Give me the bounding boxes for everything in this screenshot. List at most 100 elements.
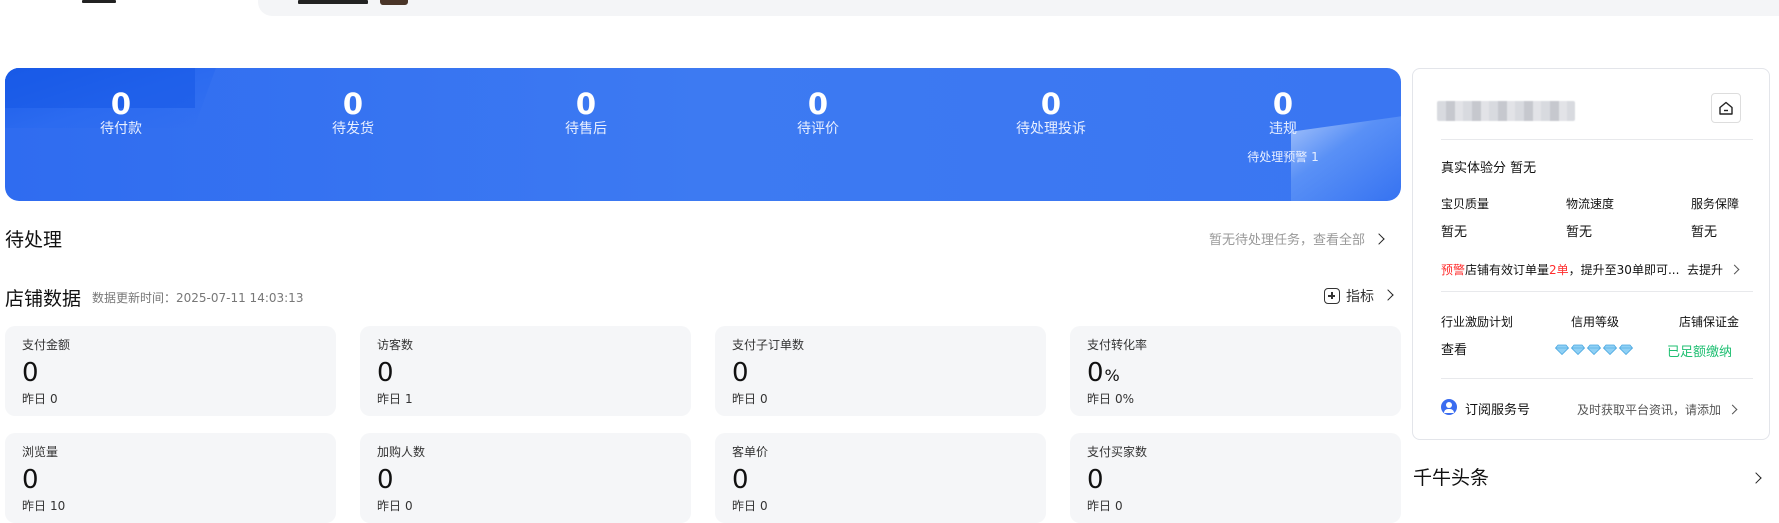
metric-value: 0 <box>377 465 394 495</box>
yesterday-label: 昨日 <box>1087 499 1112 513</box>
stat-pending-shipment[interactable]: 0 待发货 <box>263 86 443 138</box>
subscribe-service-label[interactable]: 订阅服务号 <box>1465 399 1530 418</box>
score-label: 服务保障 <box>1691 197 1740 211</box>
metric-yesterday: 昨日 0 <box>22 390 58 407</box>
stat-pending-payment[interactable]: 0 待付款 <box>31 86 211 138</box>
chevron-right-icon <box>1750 472 1762 484</box>
divider <box>1441 291 1753 292</box>
yesterday-label: 昨日 <box>22 499 47 513</box>
improve-link[interactable]: 去提升 <box>1687 261 1740 278</box>
subscribe-hint: 及时获取平台资讯，请添加 <box>1577 403 1722 417</box>
metric-card-sub-orders[interactable]: 支付子订单数 0 昨日 0 <box>715 326 1046 416</box>
metric-label: 客单价 <box>732 445 769 459</box>
chevron-right-icon <box>1729 264 1740 274</box>
shop-home-button[interactable] <box>1711 93 1741 123</box>
news-section-title: 千牛头条 <box>1413 467 1490 489</box>
stat-value: 0 <box>1040 87 1062 121</box>
diamond-icon <box>1555 344 1569 355</box>
top-nav-fragment <box>82 0 116 3</box>
metric-card-payment-amount[interactable]: 支付金额 0 昨日 0 <box>5 326 336 416</box>
diamond-icon <box>1571 344 1585 355</box>
metric-yesterday: 昨日 10 <box>22 497 65 514</box>
metric-yesterday: 昨日 1 <box>377 390 413 407</box>
metric-value: 0 <box>22 465 39 495</box>
metric-card-paying-buyers[interactable]: 支付买家数 0 昨日 0 <box>1070 433 1401 523</box>
metric-value: 0 <box>732 465 749 495</box>
metric-value: 0 <box>732 358 749 388</box>
stat-label: 违规 <box>1269 121 1297 137</box>
metric-card-conversion-rate[interactable]: 支付转化率 0% 昨日 0% <box>1070 326 1401 416</box>
warning-text: 店铺有效订单量 <box>1465 263 1550 277</box>
data-update-time: 数据更新时间：2025-07-11 14:03:13 <box>92 291 304 305</box>
yesterday-label: 昨日 <box>377 392 402 406</box>
incentive-view-link[interactable]: 查看 <box>1441 339 1467 358</box>
top-search-bar[interactable] <box>258 0 1779 16</box>
metric-card-page-views[interactable]: 浏览量 0 昨日 10 <box>5 433 336 523</box>
credit-label: 信用等级 <box>1571 315 1620 329</box>
score-value: 暂无 <box>1441 225 1468 240</box>
yesterday-value: 0 <box>405 499 413 513</box>
metric-number: 0 <box>1087 358 1104 388</box>
stat-violations[interactable]: 0 违规 待处理预警 1 <box>1193 86 1373 164</box>
stat-value: 0 <box>1272 87 1294 121</box>
metric-label: 访客数 <box>377 338 414 352</box>
stat-value: 0 <box>342 87 364 121</box>
metrics-button[interactable]: 指标 <box>1324 286 1394 306</box>
stat-value: 0 <box>807 87 829 121</box>
order-warning-notice: 预警店铺有效订单量2单，提升至30单即可... <box>1441 261 1679 278</box>
news-more-link[interactable] <box>1750 469 1762 488</box>
yesterday-label: 昨日 <box>377 499 402 513</box>
score-value: 暂无 <box>1566 225 1593 240</box>
metric-card-avg-order-value[interactable]: 客单价 0 昨日 0 <box>715 433 1046 523</box>
stat-label: 待评价 <box>797 121 839 137</box>
shop-info-panel: 真实体验分 暂无 宝贝质量 物流速度 服务保障 暂无 暂无 暂无 预警店铺有效订… <box>1412 68 1770 440</box>
metric-value: 0 <box>1087 465 1104 495</box>
improve-label: 去提升 <box>1687 263 1724 277</box>
warning-count: 2单 <box>1549 263 1569 277</box>
store-data-title: 店铺数据 <box>5 288 82 310</box>
shop-name-blurred <box>1437 101 1575 121</box>
credit-level-diamonds <box>1555 344 1633 355</box>
stat-label: 待付款 <box>100 121 142 137</box>
warning-text: ，提升至30单即可... <box>1568 263 1680 277</box>
metric-yesterday: 昨日 0 <box>732 497 768 514</box>
yesterday-label: 昨日 <box>732 392 757 406</box>
metric-value: 0 <box>377 358 394 388</box>
metrics-label: 指标 <box>1346 289 1374 305</box>
metric-label: 支付买家数 <box>1087 445 1148 459</box>
metric-label: 浏览量 <box>22 445 59 459</box>
divider <box>1441 378 1753 379</box>
stat-after-sales[interactable]: 0 待售后 <box>496 86 676 138</box>
divider <box>1441 139 1753 140</box>
experience-value: 暂无 <box>1510 161 1537 176</box>
metric-label: 支付转化率 <box>1087 338 1148 352</box>
yesterday-value: 0 <box>760 499 768 513</box>
chevron-right-icon <box>1727 404 1738 414</box>
yesterday-value: 1 <box>405 392 413 406</box>
deposit-label: 店铺保证金 <box>1679 315 1740 329</box>
incentive-label: 行业激励计划 <box>1441 315 1514 329</box>
metric-yesterday: 昨日 0 <box>377 497 413 514</box>
pending-section-title: 待处理 <box>5 229 63 251</box>
add-square-icon <box>1324 288 1340 304</box>
metric-card-add-to-cart[interactable]: 加购人数 0 昨日 0 <box>360 433 691 523</box>
metric-card-visitors[interactable]: 访客数 0 昨日 1 <box>360 326 691 416</box>
metric-yesterday: 昨日 0 <box>1087 497 1123 514</box>
diamond-icon <box>1587 344 1601 355</box>
deposit-status: 已足额缴纳 <box>1667 345 1733 360</box>
subscribe-add-link[interactable]: 及时获取平台资讯，请添加 <box>1577 401 1738 418</box>
stat-pending-complaints[interactable]: 0 待处理投诉 <box>961 86 1141 138</box>
view-all-pending-label: 暂无待处理任务，查看全部 <box>1209 233 1366 248</box>
yesterday-label: 昨日 <box>1087 392 1112 406</box>
avatar[interactable] <box>380 0 408 5</box>
violation-warning-link[interactable]: 待处理预警 1 <box>1193 150 1373 164</box>
view-all-pending-link[interactable]: 暂无待处理任务，查看全部 <box>1209 229 1385 248</box>
order-status-banner: 0 待付款 0 待发货 0 待售后 0 待评价 0 待处理投诉 0 违规 待处理… <box>5 68 1401 201</box>
metric-value: 0% <box>1087 356 1120 393</box>
user-circle-icon <box>1441 399 1457 415</box>
metric-label: 支付子订单数 <box>732 338 805 352</box>
stat-pending-review[interactable]: 0 待评价 <box>728 86 908 138</box>
chevron-right-icon <box>1373 233 1385 245</box>
yesterday-label: 昨日 <box>732 499 757 513</box>
yesterday-label: 昨日 <box>22 392 47 406</box>
